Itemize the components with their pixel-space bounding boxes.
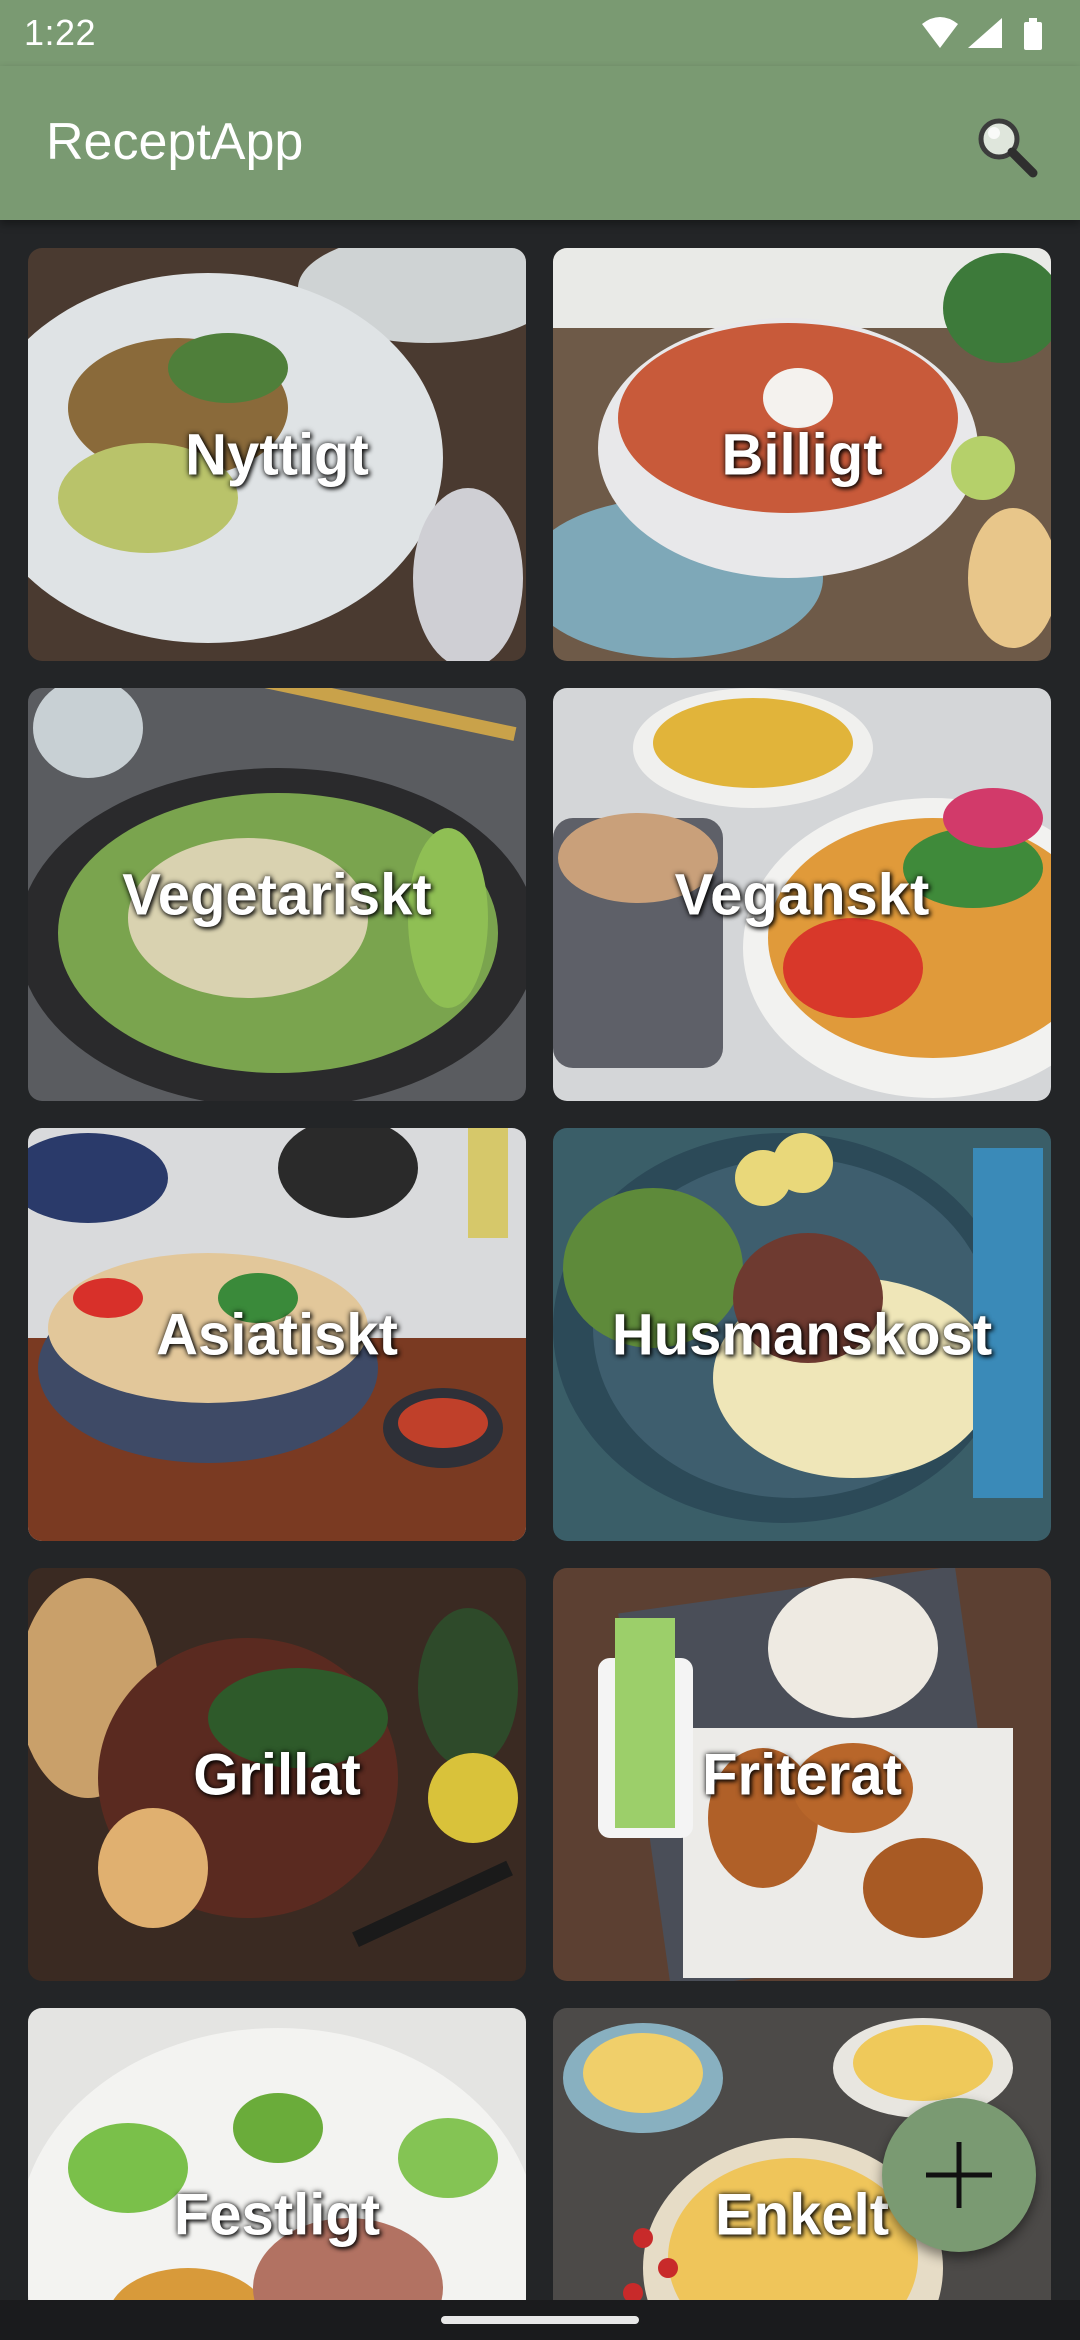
search-icon: [978, 118, 1038, 178]
category-label: Veganskt: [674, 862, 930, 927]
category-card-billigt[interactable]: Billigt: [553, 248, 1051, 661]
category-label: Vegetariskt: [122, 862, 432, 927]
category-label: Asiatiskt: [156, 1302, 398, 1367]
food-image-festligt: [28, 2008, 526, 2300]
category-card-grillat[interactable]: Grillat: [28, 1568, 526, 1981]
category-label: Nyttigt: [185, 422, 369, 487]
signal-icon: [968, 18, 1002, 48]
category-label: Friterat: [702, 1742, 902, 1807]
plus-icon: [926, 2142, 992, 2208]
category-card-nyttigt[interactable]: Nyttigt: [28, 248, 526, 661]
gesture-handle[interactable]: [441, 2316, 639, 2324]
status-time: 1:22: [24, 12, 97, 53]
category-card-veganskt[interactable]: Veganskt: [553, 688, 1051, 1101]
search-button[interactable]: [966, 106, 1046, 186]
category-card-husmanskost[interactable]: Husmanskost: [553, 1128, 1051, 1541]
app-title: ReceptApp: [46, 113, 304, 171]
category-card-vegetariskt[interactable]: Vegetariskt: [28, 688, 526, 1101]
category-card-friterat[interactable]: Friterat: [553, 1568, 1051, 1981]
wifi-icon: [922, 17, 958, 48]
category-label: Billigt: [721, 422, 883, 487]
status-icons: [922, 17, 1042, 50]
battery-icon: [1024, 18, 1042, 50]
category-label: Festligt: [173, 2182, 381, 2247]
system-nav-bar: [0, 2300, 1080, 2340]
add-recipe-button[interactable]: [882, 2098, 1036, 2252]
category-card-festligt[interactable]: Festligt: [28, 2008, 526, 2300]
status-bar: 1:22: [0, 0, 1080, 66]
category-label: Husmanskost: [611, 1302, 993, 1367]
category-label: Grillat: [193, 1742, 361, 1807]
category-card-asiatiskt[interactable]: Asiatiskt: [28, 1128, 526, 1541]
app-bar: ReceptApp: [0, 66, 1080, 220]
category-grid: Nyttigt Billigt Vegetariskt Veganskt Asi…: [0, 220, 1080, 2300]
